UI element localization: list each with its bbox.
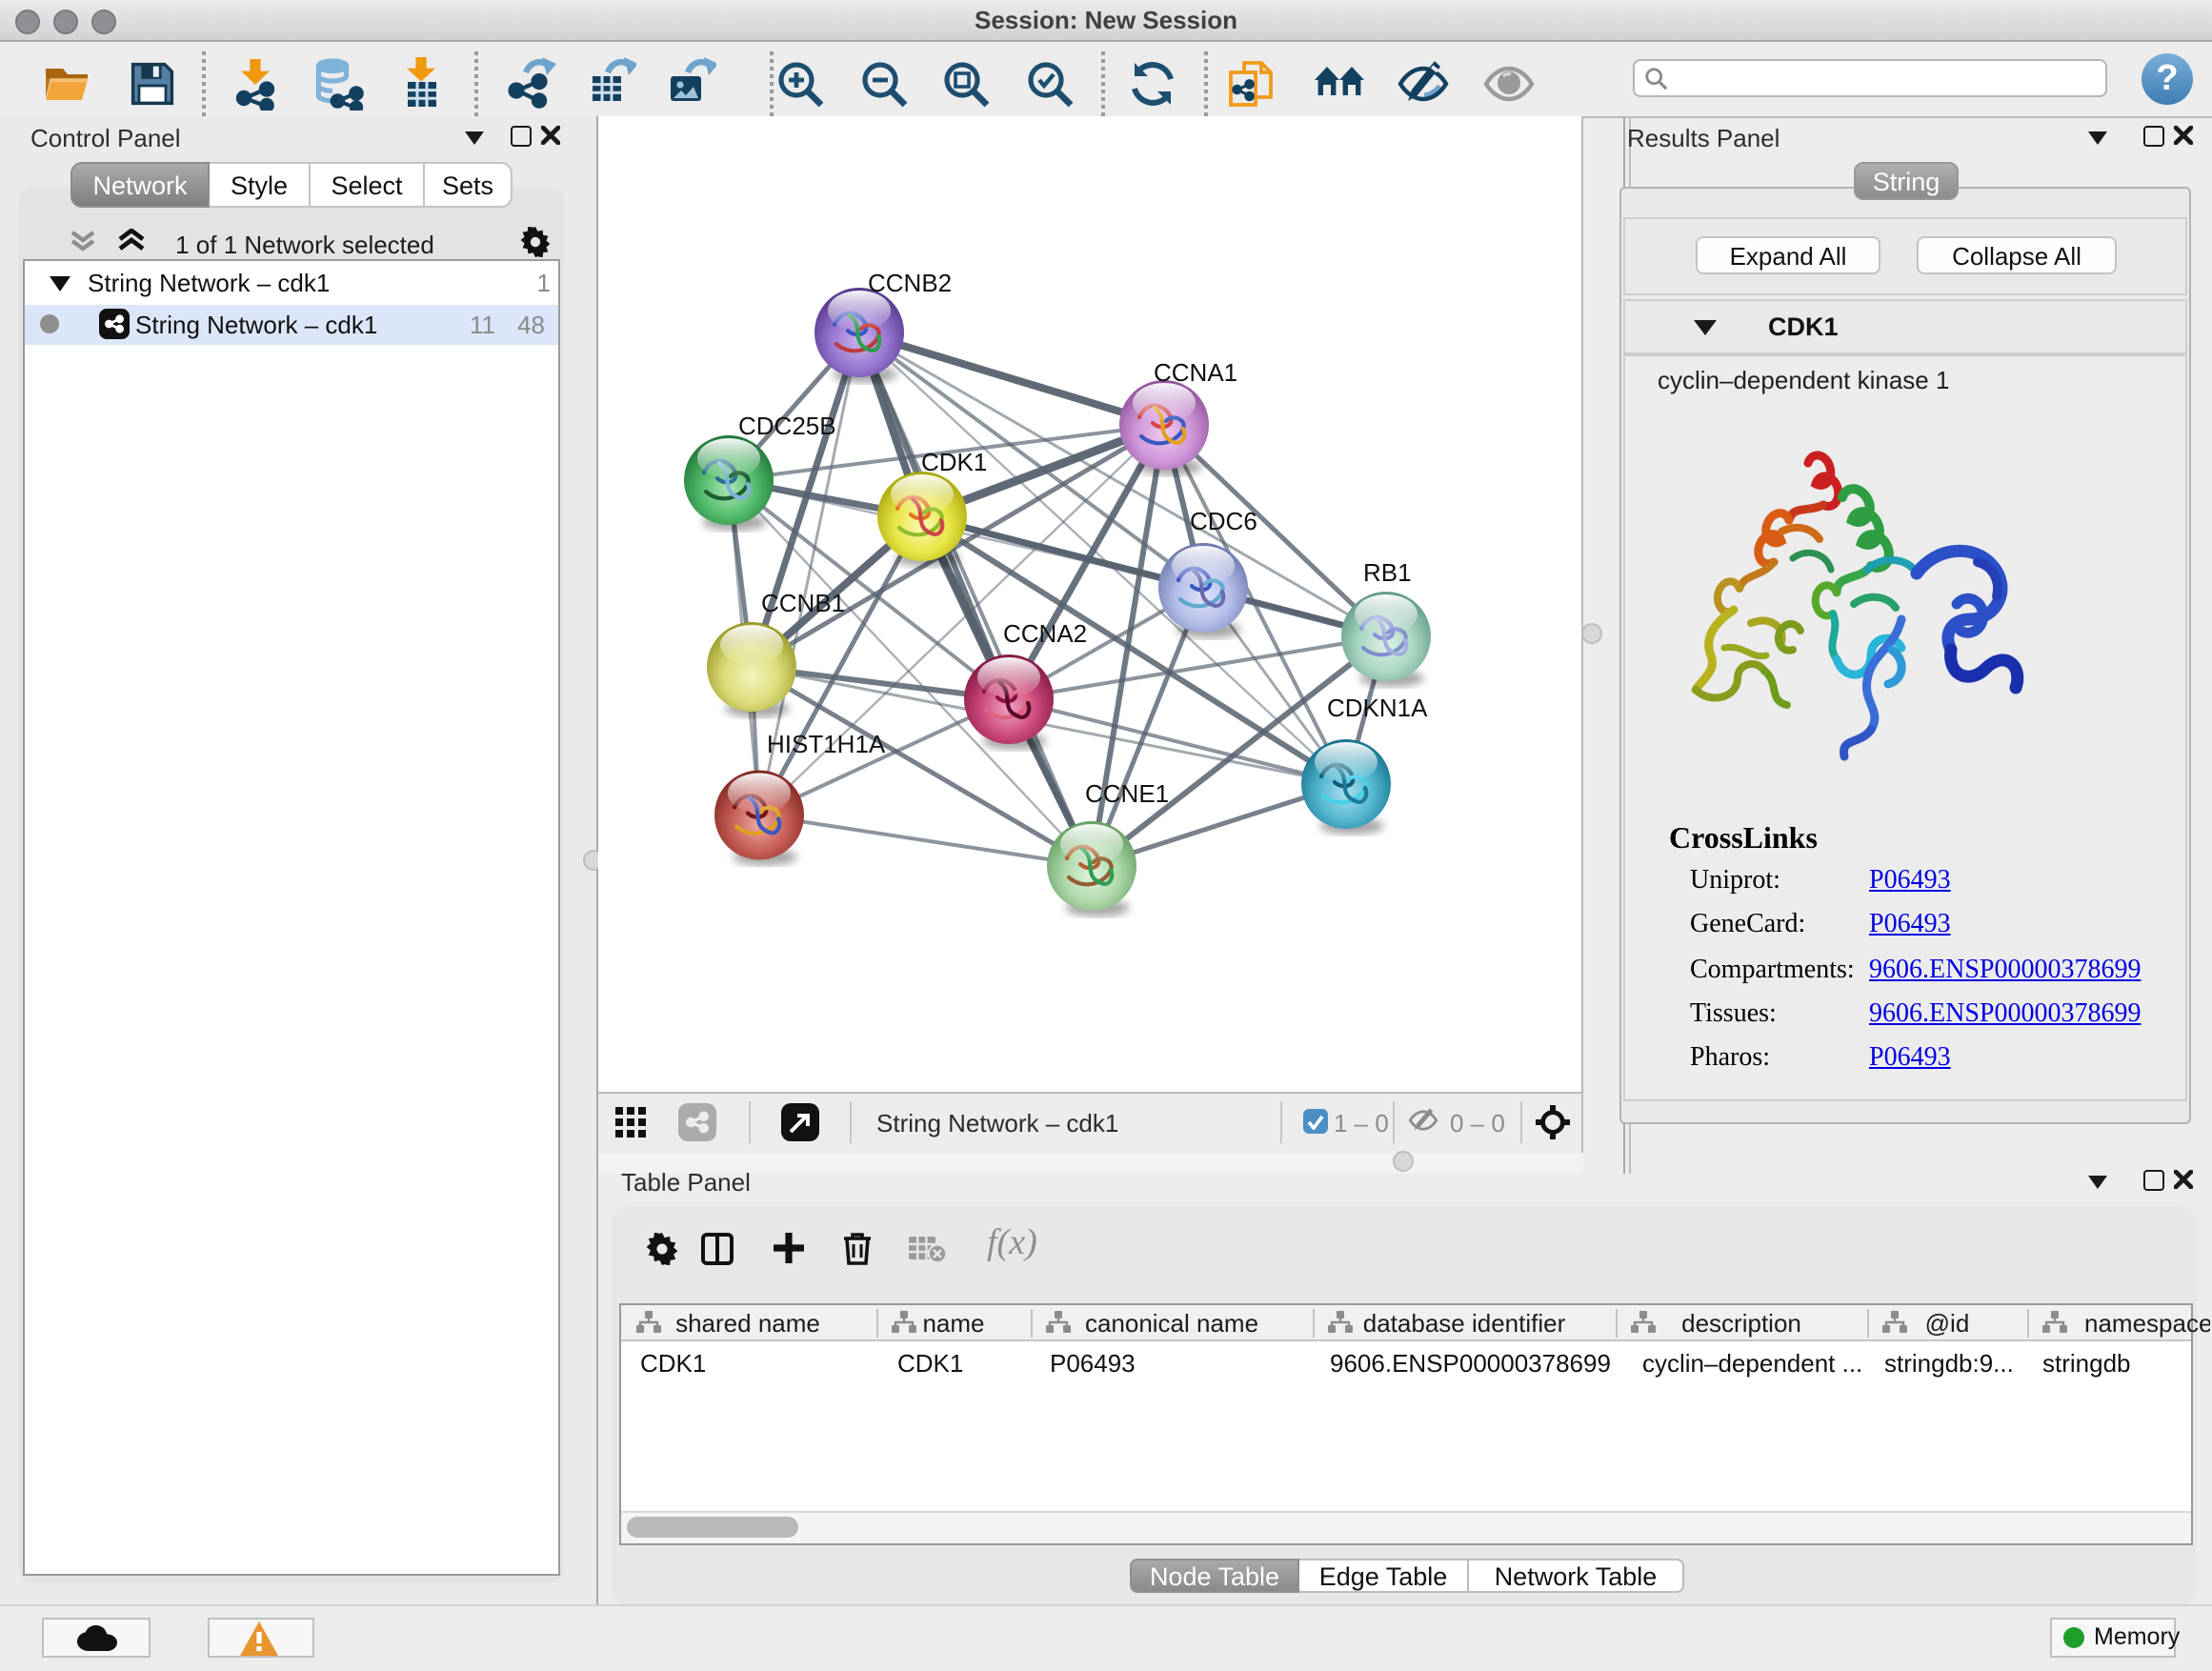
svg-text:CCNA2: CCNA2 <box>1003 619 1087 648</box>
svg-text:CDC25B: CDC25B <box>738 412 836 440</box>
svg-text:CDC6: CDC6 <box>1190 507 1257 535</box>
svg-text:CDK1: CDK1 <box>921 448 987 476</box>
svg-text:CCNB1: CCNB1 <box>761 589 845 617</box>
svg-text:CCNA1: CCNA1 <box>1154 358 1237 387</box>
svg-text:CCNE1: CCNE1 <box>1085 779 1169 808</box>
svg-text:CDKN1A: CDKN1A <box>1327 694 1428 722</box>
svg-text:RB1: RB1 <box>1363 558 1412 587</box>
svg-text:HIST1H1A: HIST1H1A <box>767 730 886 758</box>
svg-text:CCNB2: CCNB2 <box>868 269 952 297</box>
